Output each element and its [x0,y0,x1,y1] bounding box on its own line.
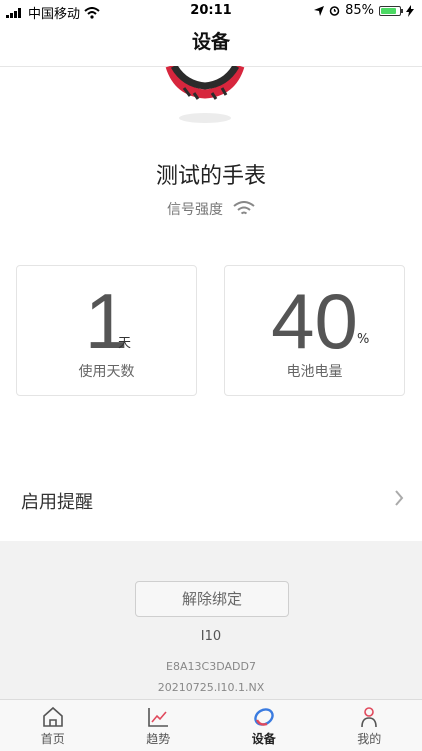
device-info-section: 解除绑定 I10 E8A13C3DADD7 20210725.I10.1.NX [0,541,422,699]
wifi-signal-icon [233,201,255,217]
home-icon [41,706,65,728]
usage-days-label: 使用天数 [17,361,196,381]
device-model: I10 [0,629,422,644]
alarm-icon [329,5,340,16]
profile-icon [357,706,381,728]
battery-level-card: 40 % 电池电量 [224,265,405,396]
battery-icon [379,6,401,16]
unbind-button[interactable]: 解除绑定 [135,581,289,617]
usage-days-card: 1 天 使用天数 [16,265,197,396]
tab-home-label: 首页 [0,730,106,747]
page-title: 设备 [0,22,422,62]
device-mac: E8A13C3DADD7 [0,660,422,673]
battery-level-value: 40 [225,276,404,367]
tab-trend-label: 趋势 [106,730,212,747]
navigation-bar: 设备 [0,22,422,67]
charging-bolt-icon [406,5,414,17]
firmware-version: 20210725.I10.1.NX [0,681,422,694]
signal-strength-label: 信号强度 [167,199,223,219]
chevron-right-icon [394,490,404,506]
status-bar: 中国移动 20:11 85% [0,0,422,22]
battery-percent: 85% [345,3,374,18]
enable-reminder-label: 启用提醒 [21,488,93,514]
tab-bar: 首页 趋势 设备 我的 [0,699,422,751]
usage-days-unit: 天 [118,332,131,351]
enable-reminder-row[interactable]: 启用提醒 [0,470,422,530]
location-arrow-icon [314,6,324,16]
watch-image [160,66,250,126]
device-name: 测试的手表 [0,158,422,190]
tab-profile[interactable]: 我的 [317,700,422,751]
tab-trend[interactable]: 趋势 [106,700,212,751]
tab-home[interactable]: 首页 [0,700,106,751]
signal-strength: 信号强度 [0,199,422,219]
usage-days-value: 1 [17,276,196,367]
battery-level-label: 电池电量 [225,361,404,381]
battery-level-unit: % [357,332,369,347]
tab-profile-label: 我的 [317,730,422,747]
tab-device[interactable]: 设备 [211,700,317,751]
battery-fill [381,8,396,14]
device-icon [252,706,276,728]
tab-device-label: 设备 [211,730,317,747]
trend-icon [146,706,170,728]
